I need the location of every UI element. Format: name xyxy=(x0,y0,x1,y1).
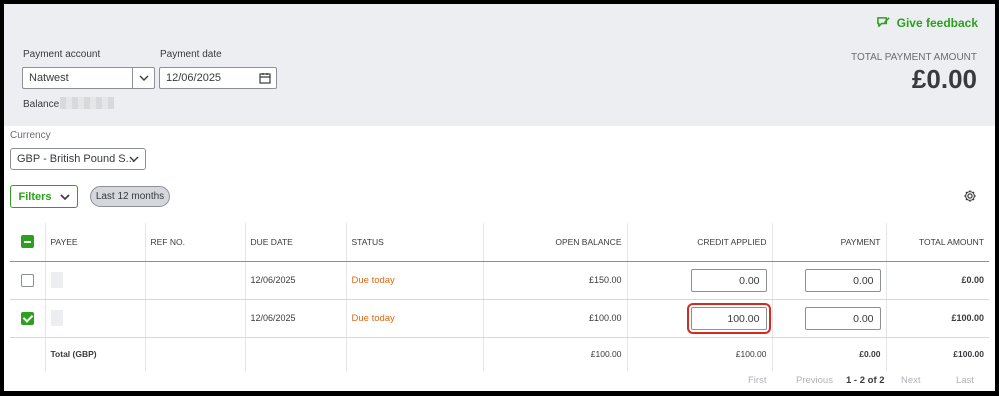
total-amount-cell: £100.00 xyxy=(886,299,989,338)
select-all-cell xyxy=(10,223,46,262)
payee-redacted xyxy=(50,310,63,326)
credit-applied-cell: 100.00 xyxy=(627,299,773,338)
ref-no-cell xyxy=(145,299,246,338)
totals-spacer xyxy=(10,337,46,371)
totals-credit-applied: £100.00 xyxy=(627,337,773,371)
payment-date-value: 12/06/2025 xyxy=(166,72,222,84)
column-header-status[interactable]: STATUS xyxy=(346,223,484,262)
feedback-icon xyxy=(876,17,890,27)
payment-header-panel: Give feedback Payment account Natwest Pa… xyxy=(4,4,995,126)
payment-input[interactable]: 0.00 xyxy=(804,268,881,292)
payment-account-value: Natwest xyxy=(29,72,69,84)
column-header-ref-no[interactable]: REF NO. xyxy=(145,223,246,262)
row-checkbox[interactable] xyxy=(20,311,34,325)
payment-account-select[interactable]: Natwest xyxy=(22,67,155,89)
pagination-next[interactable]: Next xyxy=(901,375,921,386)
balance-label: Balance: xyxy=(23,99,62,110)
calendar-icon[interactable] xyxy=(259,72,271,87)
column-header-payee[interactable]: PAYEE xyxy=(45,223,146,262)
payment-account-label: Payment account xyxy=(23,49,101,60)
currency-label: Currency xyxy=(10,130,51,141)
totals-spacer xyxy=(145,337,246,371)
totals-row: Total (GBP) £100.00 £100.00 £0.00 £100.0… xyxy=(10,337,989,371)
open-balance-cell: £100.00 xyxy=(483,299,628,338)
status-cell: Due today xyxy=(346,299,484,338)
due-date-cell: 12/06/2025 xyxy=(245,299,347,338)
credit-applied-input[interactable]: 100.00 xyxy=(686,302,771,334)
table-header-row: PAYEE REF NO. DUE DATE STATUS OPEN BALAN… xyxy=(10,223,989,262)
payee-cell xyxy=(45,261,146,300)
chevron-down-icon[interactable] xyxy=(132,68,154,88)
payment-cell: 0.00 xyxy=(772,261,887,300)
row-checkbox[interactable] xyxy=(20,273,34,287)
date-range-filter-pill[interactable]: Last 12 months xyxy=(90,186,170,207)
credit-applied-cell: 0.00 xyxy=(627,261,773,300)
date-range-filter-label: Last 12 months xyxy=(95,191,165,202)
totals-total-amount: £100.00 xyxy=(953,349,984,360)
chevron-down-icon[interactable] xyxy=(123,149,145,169)
currency-value: GBP - British Pound S... xyxy=(17,153,135,165)
bills-table: PAYEE REF NO. DUE DATE STATUS OPEN BALAN… xyxy=(10,223,989,371)
total-payment-amount-label: TOTAL PAYMENT AMOUNT xyxy=(851,52,977,63)
totals-label: Total (GBP) xyxy=(45,337,146,371)
credit-applied-input[interactable]: 0.00 xyxy=(690,268,767,292)
due-date-cell: 12/06/2025 xyxy=(245,261,347,300)
status-cell: Due today xyxy=(346,261,484,300)
totals-open-balance: £100.00 xyxy=(483,337,628,371)
total-amount-cell: £0.00 xyxy=(886,261,989,300)
total-payment-amount: £0.00 xyxy=(911,64,977,94)
column-header-total-amount[interactable]: TOTAL AMOUNT xyxy=(886,223,989,262)
filters-button[interactable]: Filters xyxy=(10,185,78,208)
chevron-down-icon xyxy=(59,193,70,200)
ref-no-cell xyxy=(145,261,246,300)
column-header-due-date[interactable]: DUE DATE xyxy=(245,223,347,262)
column-header-credit-applied[interactable]: CREDIT APPLIED xyxy=(627,223,773,262)
totals-spacer xyxy=(346,337,484,371)
pay-bills-window: Give feedback Payment account Natwest Pa… xyxy=(4,4,995,391)
table-row: 12/06/2025 Due today £150.00 0.00 0.00 £… xyxy=(10,261,989,300)
pagination-previous[interactable]: Previous xyxy=(796,375,833,386)
pagination-range: 1 - 2 of 2 xyxy=(846,375,885,386)
payee-cell xyxy=(45,299,146,338)
payment-cell: 0.00 xyxy=(772,299,887,338)
gear-icon[interactable] xyxy=(963,189,977,203)
payment-date-input[interactable]: 12/06/2025 xyxy=(159,67,277,89)
column-header-payment[interactable]: PAYMENT xyxy=(772,223,887,262)
payment-input[interactable]: 0.00 xyxy=(804,306,881,330)
row-select-cell xyxy=(10,299,46,338)
totals-payment: £0.00 xyxy=(772,337,887,371)
payee-redacted xyxy=(50,272,63,288)
pagination-first[interactable]: First xyxy=(748,375,766,386)
currency-select[interactable]: GBP - British Pound S... xyxy=(10,148,146,170)
filters-button-label: Filters xyxy=(18,190,52,203)
give-feedback-label: Give feedback xyxy=(896,15,978,30)
balance-value-redacted xyxy=(60,97,114,109)
column-header-open-balance[interactable]: OPEN BALANCE xyxy=(483,223,628,262)
open-balance-cell: £150.00 xyxy=(483,261,628,300)
give-feedback-link[interactable]: Give feedback xyxy=(876,15,978,30)
pagination-last[interactable]: Last xyxy=(956,375,974,386)
select-all-checkbox[interactable] xyxy=(20,235,34,249)
row-select-cell xyxy=(10,261,46,300)
table-row: 12/06/2025 Due today £100.00 100.00 0.00… xyxy=(10,299,989,338)
payment-date-label: Payment date xyxy=(160,49,222,60)
totals-spacer xyxy=(245,337,347,371)
